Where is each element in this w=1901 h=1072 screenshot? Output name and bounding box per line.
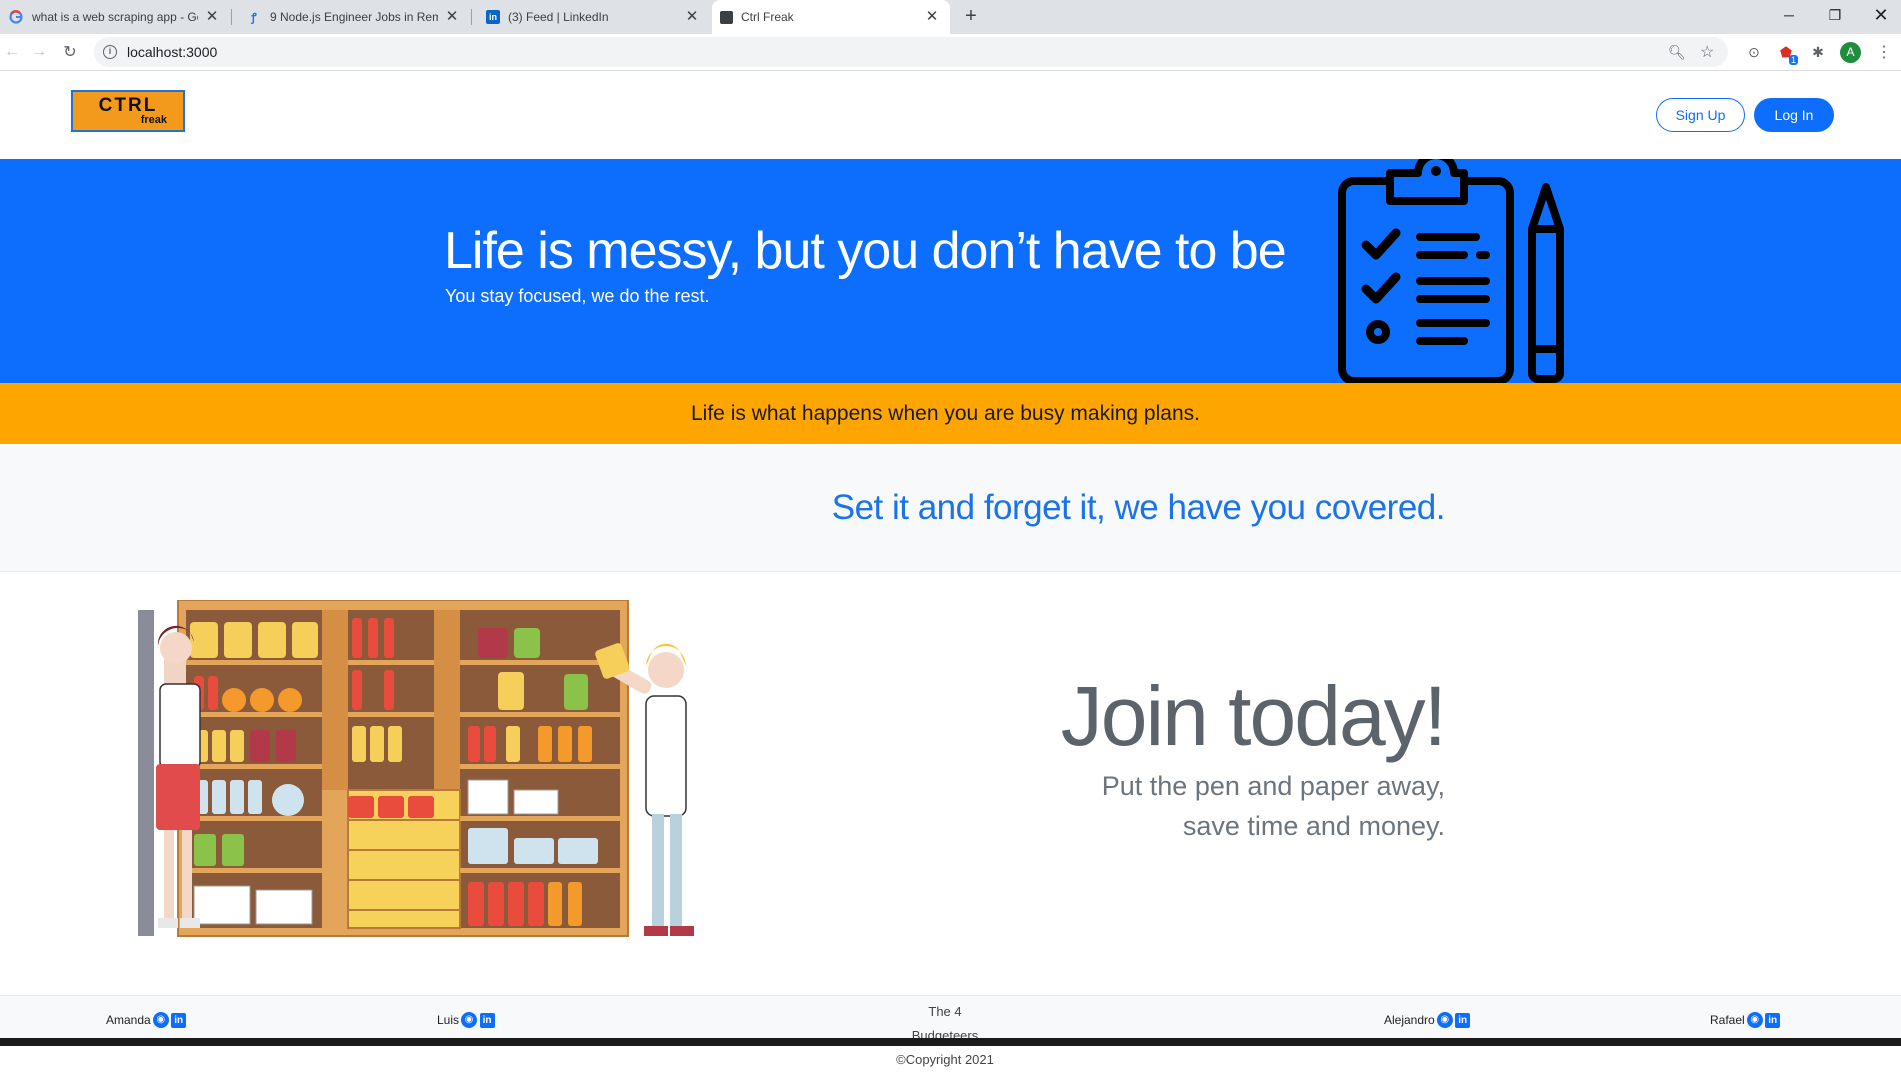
close-icon[interactable]: ✕	[924, 9, 940, 25]
footer-member-luis: Luis ◉ in	[437, 1012, 495, 1028]
tab-title: 9 Node.js Engineer Jobs in Remote	[270, 10, 438, 24]
linkedin-icon[interactable]: in	[171, 1012, 187, 1028]
reload-icon[interactable]: ↻	[58, 40, 82, 64]
os-taskbar	[0, 1038, 1901, 1046]
sign-up-button[interactable]: Sign Up	[1656, 98, 1745, 132]
tab-title: (3) Feed | LinkedIn	[508, 10, 609, 24]
back-icon[interactable]: ←	[0, 40, 24, 64]
footer-member-amanda: Amanda ◉ in	[106, 1012, 187, 1028]
member-name: Alejandro	[1384, 1013, 1435, 1027]
hero-title: Life is messy, but you don’t have to be	[444, 222, 1287, 280]
new-tab-button[interactable]: +	[960, 6, 982, 28]
zoom-icon[interactable]: 🔍︎	[1668, 44, 1686, 61]
browser-tab-jobs[interactable]: ꝭ 9 Node.js Engineer Jobs in Remote ✕	[238, 0, 470, 34]
browser-tab-linkedin[interactable]: in (3) Feed | LinkedIn ✕	[478, 0, 710, 34]
join-line-2: save time and money.	[1182, 811, 1445, 841]
extension-badge-icon[interactable]: ⬟ 1	[1776, 42, 1798, 65]
linkedin-icon: in	[486, 10, 500, 24]
join-title: Join today!	[1060, 669, 1447, 763]
join-line-1: Put the pen and paper away,	[1101, 771, 1445, 801]
puzzle-icon[interactable]: ✱	[1808, 42, 1828, 62]
footer-member-alejandro: Alejandro ◉ in	[1384, 1012, 1471, 1028]
log-in-button[interactable]: Log In	[1754, 98, 1834, 132]
quote-banner: Life is what happens when you are busy m…	[0, 383, 1901, 444]
linkedin-icon[interactable]: in	[1455, 1012, 1471, 1028]
tab-title: what is a web scraping app - Google Sear…	[32, 10, 198, 24]
browser-tab-google[interactable]: what is a web scraping app - Google Sear…	[0, 0, 230, 34]
github-icon[interactable]: ◉	[461, 1012, 478, 1028]
join-cta: Join today! Put the pen and paper away, …	[1060, 666, 1447, 846]
github-icon[interactable]: ◉	[1746, 1012, 1763, 1028]
tab-divider	[231, 9, 232, 25]
footer-member-rafael: Rafael ◉ in	[1710, 1012, 1781, 1028]
clipboard-checklist-icon	[1338, 159, 1564, 383]
github-icon[interactable]: ◉	[152, 1012, 169, 1028]
tagline-heading: Set it and forget it, we have you covere…	[831, 488, 1446, 527]
site-navbar: CTRL freak Sign Up Log In	[0, 71, 1901, 159]
logo-text-bottom: freak	[140, 113, 167, 126]
hero-subtitle: You stay focused, we do the rest.	[445, 286, 710, 306]
close-icon[interactable]: ✕	[444, 9, 460, 25]
logo-text-top: CTRL	[98, 94, 158, 116]
linkedin-icon[interactable]: in	[479, 1012, 495, 1028]
url-text: localhost:3000	[127, 44, 218, 60]
page-viewport: CTRL freak Sign Up Log In Life is messy,…	[0, 71, 1901, 1067]
restore-icon[interactable]: ❐	[1812, 0, 1858, 30]
profile-avatar[interactable]: A	[1840, 42, 1861, 63]
linkedin-icon[interactable]: in	[1765, 1012, 1781, 1028]
browser-tab-ctrl-freak[interactable]: Ctrl Freak ✕	[712, 0, 950, 34]
member-name: Rafael	[1710, 1013, 1745, 1027]
job-board-icon: ꝭ	[251, 11, 257, 24]
browser-tab-strip: what is a web scraping app - Google Sear…	[0, 0, 1901, 34]
site-footer: Amanda ◉ in Luis ◉ in The 4 Budgeteers ©…	[0, 995, 1901, 1067]
logo[interactable]: CTRL freak	[71, 90, 185, 132]
forward-icon[interactable]: →	[27, 40, 51, 64]
close-icon[interactable]: ✕	[684, 9, 700, 25]
extension-badge-count: 1	[1788, 55, 1798, 65]
address-bar[interactable]: i localhost:3000 🔍︎ ☆	[94, 37, 1728, 67]
tagline-section: Set it and forget it, we have you covere…	[0, 444, 1901, 572]
github-icon[interactable]: ◉	[1436, 1012, 1453, 1028]
minimize-icon[interactable]: ─	[1766, 0, 1812, 30]
copyright: ©Copyright 2021	[896, 1052, 994, 1067]
quote-text: Life is what happens when you are busy m…	[691, 401, 1200, 425]
close-icon[interactable]: ✕	[204, 9, 220, 25]
kebab-menu-icon[interactable]: ⋮	[1874, 42, 1894, 62]
browser-toolbar: ← → ↻ i localhost:3000 🔍︎ ☆ ⊙ ⬟ 1 ✱ A ⋮	[0, 34, 1901, 71]
bookmark-star-icon[interactable]: ☆	[1700, 42, 1714, 62]
close-window-icon[interactable]: ✕	[1858, 0, 1901, 30]
member-name: Amanda	[106, 1013, 151, 1027]
footer-credits: The 4 Budgeteers ©Copyright 2021	[895, 1000, 995, 1072]
tab-title: Ctrl Freak	[741, 10, 794, 24]
google-icon	[8, 9, 24, 25]
tab-divider	[471, 9, 472, 25]
info-icon[interactable]: i	[103, 45, 117, 59]
member-name: Luis	[437, 1013, 460, 1027]
pantry-illustration	[138, 600, 694, 937]
hero-banner: Life is messy, but you don’t have to be …	[0, 159, 1901, 383]
page-icon	[720, 10, 733, 24]
extension-icon[interactable]: ⊙	[1744, 42, 1764, 62]
